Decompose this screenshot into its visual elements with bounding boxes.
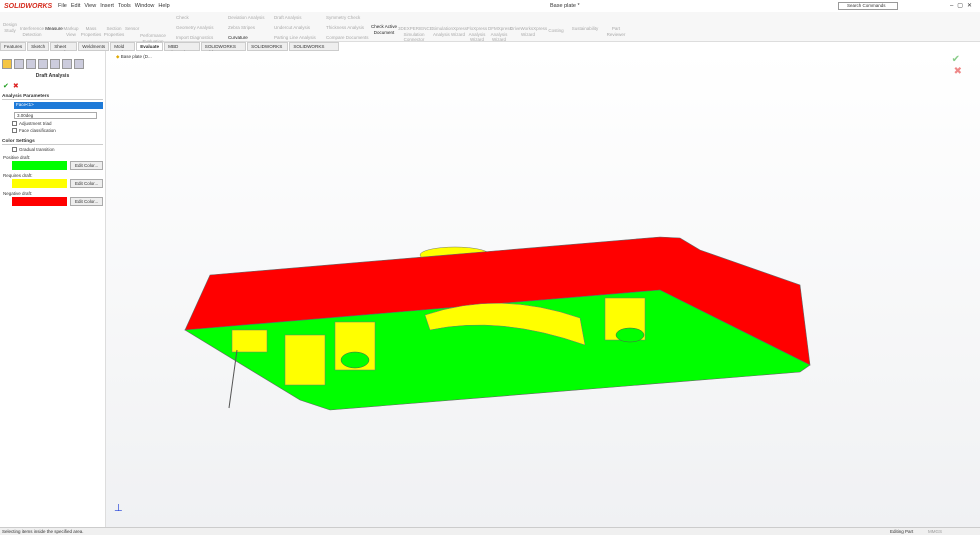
face-selection-field[interactable]: Face<1> [14,102,103,109]
draft-analysis-button[interactable]: Draft Analysis [274,15,302,20]
check-button[interactable]: Check [176,15,189,20]
ok-check-icon[interactable]: ✔ [3,82,9,90]
interference-detection-button[interactable]: Interference Detection [18,26,46,37]
property-manager: Draft Analysis ✔ ✖ Analysis Parameters F… [0,51,106,527]
part-reviewer-button[interactable]: Part Reviewer [604,26,628,37]
positive-draft-swatch [12,161,67,170]
requires-draft-swatch [12,179,67,188]
draft-angle-field[interactable]: 3.00deg [14,112,97,119]
confirm-check-icon[interactable]: ✔ [952,54,960,65]
section-properties-button[interactable]: Section Properties [103,26,125,37]
window-controls[interactable]: –▢✕ [950,2,976,9]
3dexperience-simulation-connector-button[interactable]: 3DEXPERIENCE Simulation Connector [398,26,433,43]
markup-view-button[interactable]: Markup View [63,26,79,37]
positive-draft-label: Positive draft: [3,155,31,160]
tab-evaluate[interactable]: Evaluate [136,42,164,51]
parting-line-analysis-button[interactable]: Parting Line Analysis [274,35,316,40]
command-manager-tabs: Features Sketch Sheet Metal Weldments Mo… [0,42,340,55]
requires-draft-label: Requires draft: [3,173,33,178]
tab-mold-tools[interactable]: Mold Tools [110,42,136,55]
cancel-x-icon[interactable]: ✖ [13,82,19,90]
color-settings-header[interactable]: Color Settings [2,139,103,145]
title-bar: SOLIDWORKS File Edit View Insert Tools W… [0,0,980,12]
document-title: Base plate * [550,3,580,9]
property-manager-tab-icon[interactable] [14,59,24,69]
tab-solidworks-add-ins[interactable]: SOLIDWORKS Add-Ins [200,42,247,55]
model-view[interactable] [106,51,980,527]
menu-help[interactable]: Help [158,3,169,9]
ribbon: Design Study Interference Detection Meas… [0,12,980,44]
boss-hole [615,327,645,343]
menu-edit[interactable]: Edit [71,3,80,9]
measure-button[interactable]: Measure [45,26,63,32]
tab-weldments[interactable]: Weldments [78,42,110,51]
zebra-stripes-button[interactable]: Zebra Stripes [228,25,255,30]
dimxpert-tab-icon[interactable] [38,59,48,69]
face-classification-checkbox[interactable]: Face classification [12,128,93,133]
check-active-document-button[interactable]: Check Active Document [370,24,398,35]
yellow-rib [284,334,326,386]
edit-color-requires-button[interactable]: Edit Color... [70,179,104,188]
feature-manager-tab-icon[interactable] [2,59,12,69]
configuration-manager-tab-icon[interactable] [26,59,36,69]
edit-color-negative-button[interactable]: Edit Color... [70,197,104,206]
menu-insert[interactable]: Insert [100,3,114,9]
sustainability-button[interactable]: Sustainability [566,26,604,32]
display-manager-tab-icon[interactable] [50,59,60,69]
menu-view[interactable]: View [84,3,96,9]
menu-file[interactable]: File [58,3,67,9]
menu-window[interactable]: Window [135,3,155,9]
search-input[interactable]: Search Commands [838,2,898,10]
triad-icon: ⊥ [114,503,123,514]
tab-features[interactable]: Features [0,42,27,51]
cam-tab-icon[interactable] [62,59,72,69]
cancel-close-icon[interactable]: ✖ [954,66,962,77]
negative-draft-label: Negative draft: [3,191,33,196]
symmetry-check-button[interactable]: Symmetry Check [326,15,360,20]
yellow-rib [231,329,268,353]
status-message: Selecting items inside the specified are… [2,529,84,534]
floxpress-button[interactable]: FloXpress Analysis Wizard [466,26,488,43]
curvature-button[interactable]: Curvature [228,35,248,40]
tab-solidworks-cam[interactable]: SOLIDWORKS CAM [247,42,289,55]
tab-solidworks-cam-tbm[interactable]: SOLIDWORKS CAM TBM [289,42,339,55]
thickness-analysis-button[interactable]: Thickness Analysis [326,25,364,30]
tab-sheet-metal[interactable]: Sheet Metal [50,42,78,55]
undercut-analysis-button[interactable]: Undercut Analysis [274,25,310,30]
solidworks-logo: SOLIDWORKS [4,2,53,10]
edit-color-positive-button[interactable]: Edit Color... [70,161,104,170]
analysis-parameters-header[interactable]: Analysis Parameters [2,94,103,100]
dfmxpress-button[interactable]: DFMXpress Analysis Wizard [488,26,512,43]
geometry-analysis-button[interactable]: Geometry Analysis [176,25,214,30]
panel-title: Draft Analysis [35,73,70,79]
adjustment-triad-checkbox[interactable]: Adjustment triad [12,121,93,126]
sensor-button[interactable]: Sensor [125,26,139,32]
tab-mbd-dimensions[interactable]: MBD Dimensions [164,42,200,55]
compare-documents-button[interactable]: Compare Documents [326,35,369,40]
design-study-button[interactable]: Design Study [2,22,18,33]
boss-hole [340,351,370,369]
cam-tbm-tab-icon[interactable] [74,59,84,69]
simulationxpress-button[interactable]: SimulationXpress Analysis Wizard [432,26,467,37]
mass-properties-button[interactable]: Mass Properties [80,26,102,37]
status-bar: Selecting items inside the specified are… [0,527,980,535]
driveworksxpress-button[interactable]: DriveWorksXpress Wizard [510,26,547,37]
tab-sketch[interactable]: Sketch [27,42,50,51]
graphics-area[interactable]: ◆ Base plate (D... ⊥ ✔ ✖ [106,51,980,527]
costing-button[interactable]: Costing [546,28,566,34]
import-diagnostics-button[interactable]: Import Diagnostics [176,35,213,40]
gradual-transition-checkbox[interactable]: Gradual transition [12,147,93,152]
negative-draft-swatch [12,197,67,206]
deviation-analysis-button[interactable]: Deviation Analysis [228,15,265,20]
menu-tools[interactable]: Tools [118,3,131,9]
